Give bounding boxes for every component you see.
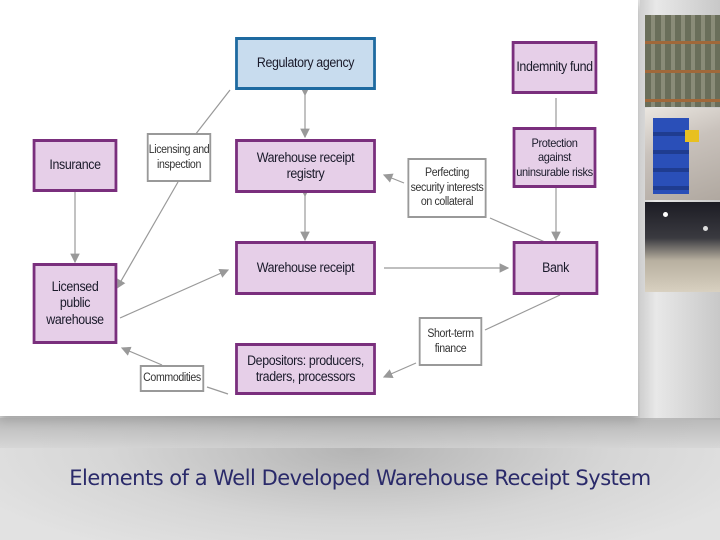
label-commodities: Commodities [139, 365, 205, 392]
label-perfecting-security: Perfecting security interests on collate… [407, 158, 487, 218]
node-warehouse-receipt-registry: Warehouse receipt registry [235, 139, 376, 193]
line-bank-shortterm [484, 294, 561, 331]
arrow-perfecting-registry [382, 173, 405, 184]
node-warehouse-receipt: Warehouse receipt [235, 241, 376, 295]
node-depositors: Depositors: producers, traders, processo… [235, 343, 376, 395]
line-regulatory-licensing [194, 89, 231, 136]
node-bank: Bank [512, 241, 599, 295]
node-licensed-public-warehouse: Licensed public warehouse [32, 263, 118, 344]
arrow-commodities-warehouse [120, 346, 163, 366]
node-insurance: Insurance [32, 139, 118, 192]
label-licensing-inspection: Licensing and inspection [146, 133, 212, 182]
label-short-term-finance: Short-term finance [418, 317, 483, 366]
arrow-shortterm-depositors [382, 362, 417, 379]
slide-title: Elements of a Well Developed Warehouse R… [69, 466, 651, 490]
line-depositors-commodities [206, 386, 229, 395]
node-regulatory-agency: Regulatory agency [235, 37, 376, 90]
panel-shadow [0, 418, 720, 448]
node-protection-risks: Protection against uninsurable risks [512, 127, 597, 188]
arrow-licensing-warehouse [116, 181, 179, 290]
node-indemnity-fund: Indemnity fund [511, 41, 598, 94]
arrow-warehouse-receipt [119, 269, 230, 319]
line-perfecting-bank [489, 217, 546, 243]
